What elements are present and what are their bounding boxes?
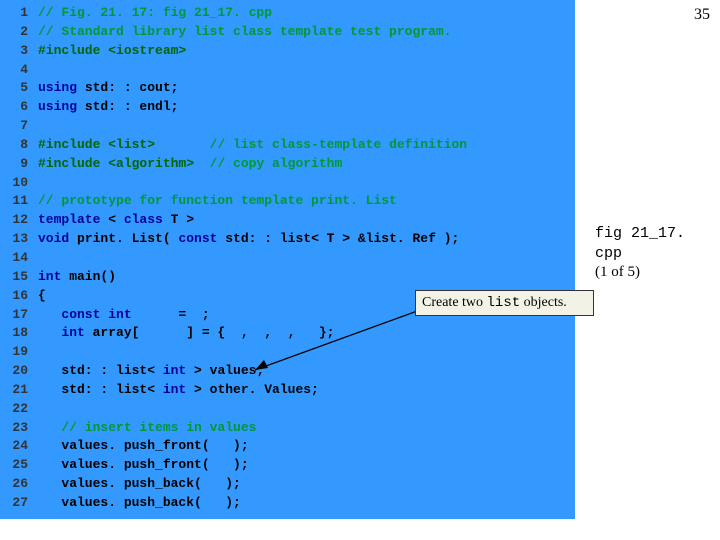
line-number: 10 <box>0 174 38 193</box>
side-file: fig 21_17. cpp <box>595 225 685 262</box>
line-number: 17 <box>0 306 38 325</box>
line-content: values. push_back( ); <box>38 494 241 513</box>
line-number: 3 <box>0 42 38 61</box>
line-number: 7 <box>0 117 38 136</box>
code-block: 1// Fig. 21. 17: fig 21_17. cpp2// Stand… <box>0 0 575 519</box>
code-line: 9#include <algorithm> // copy algorithm <box>0 155 575 174</box>
code-line: 2// Standard library list class template… <box>0 23 575 42</box>
line-number: 19 <box>0 343 38 362</box>
line-content: using std: : endl; <box>38 98 178 117</box>
line-number: 22 <box>0 400 38 419</box>
line-content: // Standard library list class template … <box>38 23 451 42</box>
callout-text-post: objects. <box>520 295 567 310</box>
code-line: 22 <box>0 400 575 419</box>
line-number: 13 <box>0 230 38 249</box>
line-content: values. push_back( ); <box>38 475 241 494</box>
line-content: values. push_front( ); <box>38 437 249 456</box>
code-line: 14 <box>0 249 575 268</box>
line-content: std: : list< int > other. Values; <box>38 381 319 400</box>
line-number: 8 <box>0 136 38 155</box>
line-number: 25 <box>0 456 38 475</box>
line-content: { <box>38 287 46 306</box>
code-line: 4 <box>0 61 575 80</box>
code-line: 1// Fig. 21. 17: fig 21_17. cpp <box>0 4 575 23</box>
line-number: 27 <box>0 494 38 513</box>
line-content: using std: : cout; <box>38 79 178 98</box>
code-line: 5using std: : cout; <box>0 79 575 98</box>
slide-number: 35 <box>694 6 710 24</box>
line-number: 20 <box>0 362 38 381</box>
code-line: 26 values. push_back( ); <box>0 475 575 494</box>
code-line: 25 values. push_front( ); <box>0 456 575 475</box>
code-line: 21 std: : list< int > other. Values; <box>0 381 575 400</box>
callout-box: Create two list objects. <box>415 290 594 316</box>
code-line: 7 <box>0 117 575 136</box>
line-number: 2 <box>0 23 38 42</box>
line-number: 26 <box>0 475 38 494</box>
code-line: 3#include <iostream> <box>0 42 575 61</box>
line-number: 4 <box>0 61 38 80</box>
line-number: 9 <box>0 155 38 174</box>
line-number: 11 <box>0 192 38 211</box>
line-number: 12 <box>0 211 38 230</box>
line-content: #include <algorithm> // copy algorithm <box>38 155 342 174</box>
line-content: template < class T > <box>38 211 194 230</box>
code-line: 15int main() <box>0 268 575 287</box>
line-content: const int = ; <box>38 306 210 325</box>
line-number: 14 <box>0 249 38 268</box>
line-number: 16 <box>0 287 38 306</box>
side-caption: fig 21_17. cpp (1 of 5) <box>595 224 720 283</box>
line-number: 6 <box>0 98 38 117</box>
line-number: 1 <box>0 4 38 23</box>
callout-arrow <box>250 310 430 380</box>
line-content: int main() <box>38 268 116 287</box>
line-content: std: : list< int > values; <box>38 362 264 381</box>
line-content: // prototype for function template print… <box>38 192 397 211</box>
callout-code: list <box>487 295 521 311</box>
code-line: 13void print. List( const std: : list< T… <box>0 230 575 249</box>
code-line: 12template < class T > <box>0 211 575 230</box>
line-number: 15 <box>0 268 38 287</box>
line-number: 23 <box>0 419 38 438</box>
callout-text-pre: Create two <box>422 295 487 310</box>
code-line: 27 values. push_back( ); <box>0 494 575 513</box>
code-line: 11// prototype for function template pri… <box>0 192 575 211</box>
line-content: #include <iostream> <box>38 42 186 61</box>
line-content: // Fig. 21. 17: fig 21_17. cpp <box>38 4 272 23</box>
side-part: (1 of 5) <box>595 264 640 280</box>
line-number: 18 <box>0 324 38 343</box>
code-line: 23 // insert items in values <box>0 419 575 438</box>
line-number: 24 <box>0 437 38 456</box>
line-number: 21 <box>0 381 38 400</box>
line-content: // insert items in values <box>38 419 256 438</box>
line-number: 5 <box>0 79 38 98</box>
line-content: values. push_front( ); <box>38 456 249 475</box>
code-line: 24 values. push_front( ); <box>0 437 575 456</box>
code-line: 8#include <list> // list class-template … <box>0 136 575 155</box>
code-line: 10 <box>0 174 575 193</box>
code-line: 6using std: : endl; <box>0 98 575 117</box>
line-content: #include <list> // list class-template d… <box>38 136 467 155</box>
line-content: void print. List( const std: : list< T >… <box>38 230 459 249</box>
